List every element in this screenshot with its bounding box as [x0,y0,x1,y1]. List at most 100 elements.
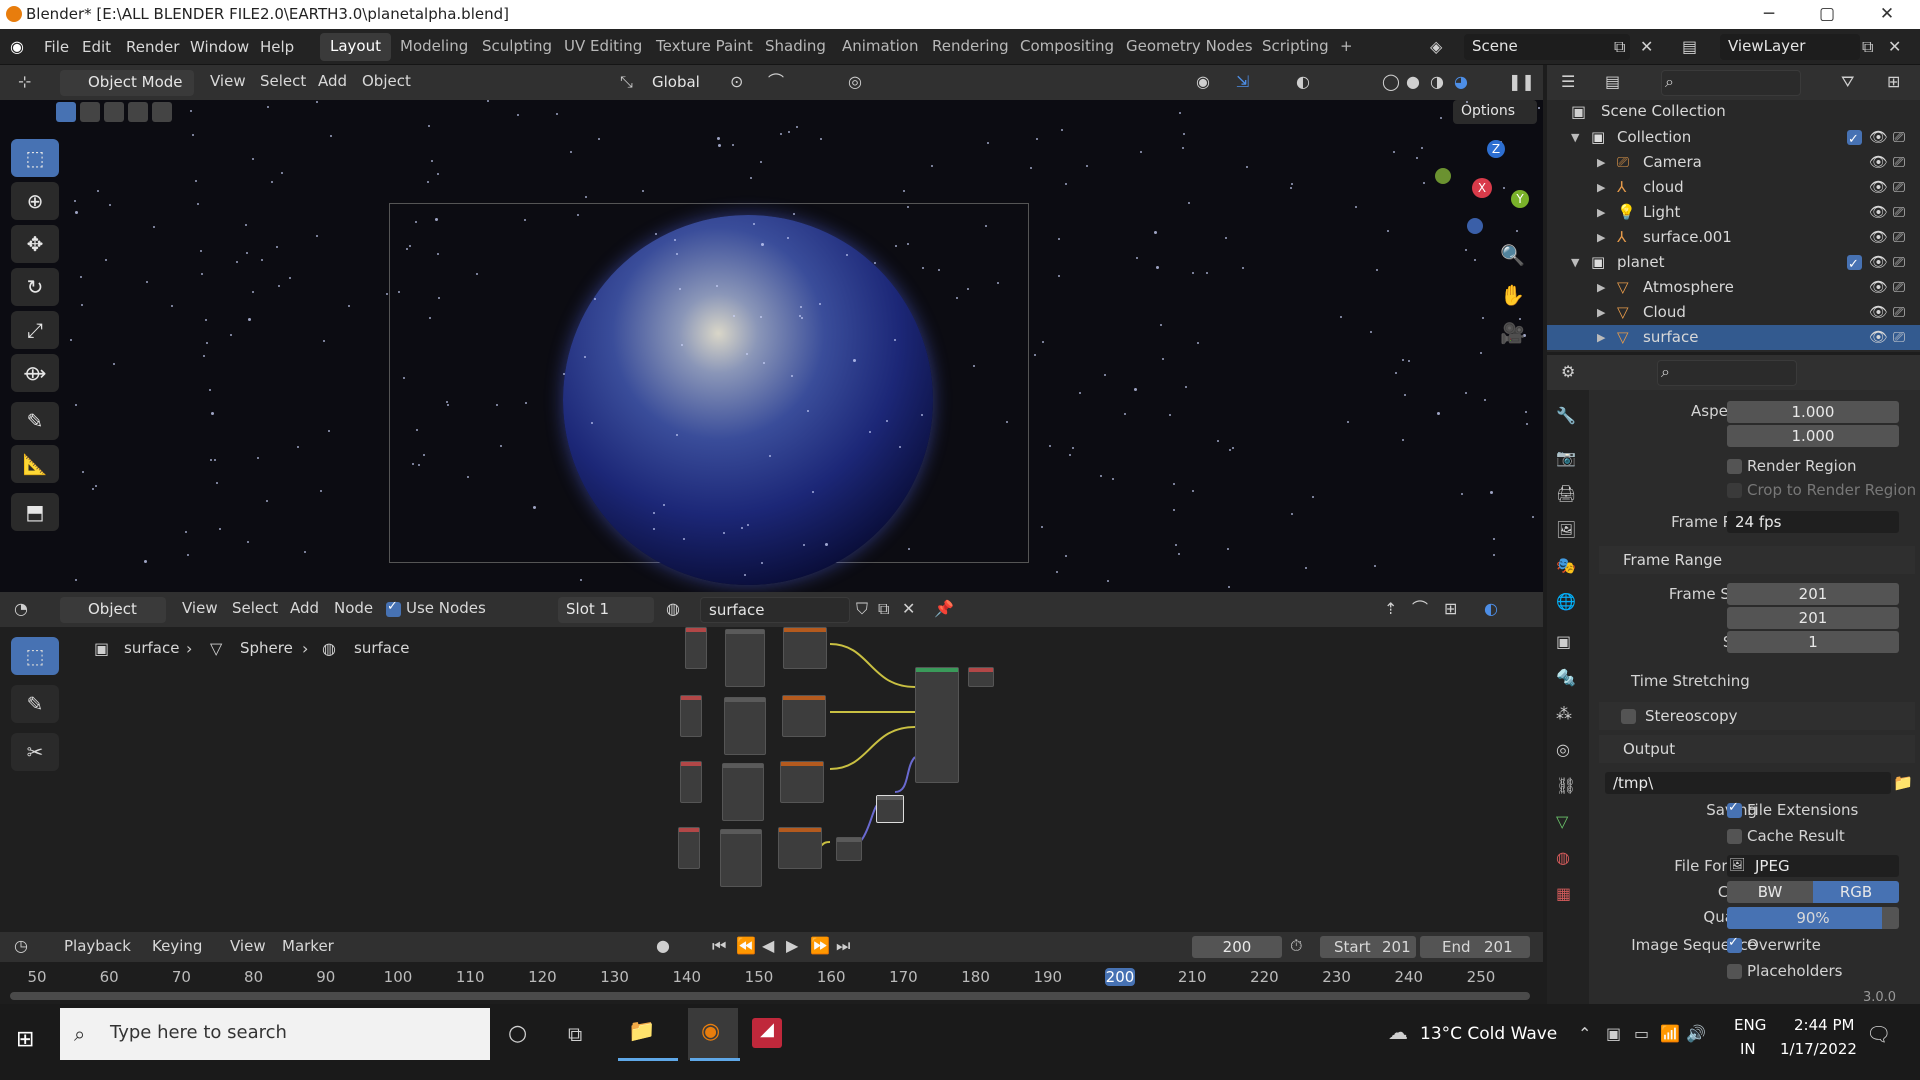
tool-tab-icon[interactable]: 🔧 [1556,404,1576,428]
node[interactable] [782,695,826,737]
transform-tool-icon[interactable]: ⟴ [11,354,59,392]
task-view-icon[interactable]: ⧉ [568,1022,582,1046]
material-browse-icon[interactable]: ◍ [666,597,680,621]
camera-view-icon[interactable]: 🎥 [1500,321,1525,345]
timeline-scrollbar[interactable] [10,992,1530,1000]
node[interactable] [680,761,702,803]
node[interactable] [836,837,862,861]
annotate-tool-icon[interactable]: ✎ [11,402,59,440]
node[interactable] [783,627,827,669]
timeline-menu-playback[interactable]: Playback [64,937,131,955]
eye-icon[interactable]: 👁 [1869,125,1888,150]
outliner-row-atmosphere[interactable]: ▶ ▽ Atmosphere 👁 ⎚ [1547,275,1920,300]
timeline-menu-keying[interactable]: Keying [152,937,202,955]
render-tab-icon[interactable]: 📷 [1556,446,1576,470]
new-scene-icon[interactable]: ⧉ [1614,35,1625,59]
outliner-row-light[interactable]: ▶ 💡 Light 👁 ⎚ [1547,200,1920,225]
quality-slider[interactable]: 90% [1727,907,1899,929]
frame-end-field[interactable]: 201 [1727,607,1899,629]
close-button[interactable]: ✕ [1864,0,1910,29]
remove-scene-icon[interactable]: ✕ [1640,35,1653,59]
weather-icon[interactable]: ☁ [1388,1020,1408,1044]
slot-select[interactable]: Slot 1 [558,597,654,623]
frame-range-section[interactable]: Frame Range [1599,546,1915,574]
eye-icon[interactable]: 👁 [1869,150,1888,175]
color-rgb-button[interactable]: RGB [1813,881,1899,903]
selection-mode-icons[interactable] [56,102,176,122]
node-annotate-tool-icon[interactable]: ✎ [11,685,59,723]
new-collection-icon[interactable]: ⊞ [1887,70,1900,94]
tab-uv-editing[interactable]: UV Editing [554,33,652,61]
blender-menu-icon[interactable]: ◉ [10,35,24,59]
placeholders-checkbox[interactable] [1727,964,1742,979]
tab-compositing[interactable]: Compositing [1010,33,1124,61]
eye-icon[interactable]: 👁 [1869,200,1888,225]
render-camera-icon[interactable]: ⎚ [1893,275,1905,300]
volume-icon[interactable]: 🔊 [1686,1022,1706,1046]
proportional-edit-icon[interactable]: ◎ [848,70,862,94]
particles-tab-icon[interactable]: ⁂ [1556,702,1572,726]
snap-icon[interactable]: ⌒ [768,70,784,94]
battery-icon[interactable]: ▭ [1634,1022,1649,1046]
render-camera-icon[interactable]: ⎚ [1893,225,1905,250]
tab-sculpting[interactable]: Sculpting [472,33,562,61]
new-view-layer-icon[interactable]: ⧉ [1862,35,1873,59]
render-camera-icon[interactable]: ⎚ [1893,300,1905,325]
current-frame-field[interactable]: 200 [1192,936,1282,958]
preview-range-icon[interactable]: ⏱ [1290,934,1302,958]
rendered-shading-icon[interactable]: ◕ [1454,70,1468,94]
visibility-icon[interactable]: ◉ [1196,70,1210,94]
crop-region-checkbox[interactable] [1727,483,1742,498]
weather-text[interactable]: 13°C Cold Wave [1420,1024,1557,1044]
frame-rate-select[interactable]: 24 fps [1727,511,1899,533]
amd-app-icon[interactable]: ◢ [752,1018,782,1048]
node-select-tool-icon[interactable]: ⬚ [11,637,59,675]
eye-icon[interactable]: 👁 [1869,325,1888,350]
rotate-tool-icon[interactable]: ↻ [11,268,59,306]
output-path-field[interactable]: /tmp\ [1605,772,1891,794]
scene-icon[interactable]: ◈ [1430,35,1442,59]
blender-taskbar-button[interactable]: ◉ [688,1008,738,1060]
scale-tool-icon[interactable]: ⤢ [11,311,59,349]
select-box-tool-icon[interactable]: ⬚ [11,139,59,177]
file-format-select[interactable]: JPEG [1727,855,1899,877]
viewport-menu-view[interactable]: View [210,72,246,90]
aspect-x-field[interactable]: 1.000 [1727,401,1899,423]
render-camera-icon[interactable]: ⎚ [1893,325,1905,350]
maximize-button[interactable]: ▢ [1804,0,1850,29]
cursor-tool-icon[interactable]: ⊕ [11,182,59,220]
view-layer-icon[interactable]: ▤ [1682,35,1697,59]
duplicate-material-icon[interactable]: ⧉ [878,597,889,621]
file-extensions-checkbox[interactable] [1727,800,1742,818]
prev-keyframe-icon[interactable]: ⏪ [736,934,756,958]
node[interactable] [724,697,766,755]
time-stretching-subpanel[interactable]: Time Stretching [1631,672,1750,690]
node[interactable] [780,761,824,803]
material-name-field[interactable]: surface [700,597,850,623]
tab-texture-paint[interactable]: Texture Paint [646,33,763,61]
properties-editor-type-icon[interactable]: ⚙ [1561,360,1575,384]
menu-help[interactable]: Help [260,38,294,56]
principled-bsdf-node[interactable] [915,667,959,783]
stereoscopy-section[interactable]: Stereoscopy [1599,702,1915,730]
exclude-checkbox[interactable] [1847,127,1862,152]
navigation-gizmo[interactable]: Z X Y [1427,140,1529,240]
eye-icon[interactable]: 👁 [1869,250,1888,275]
eye-icon[interactable]: 👁 [1869,275,1888,300]
timeline-menu-marker[interactable]: Marker [282,937,334,955]
end-frame-field[interactable]: 201 [1484,938,1513,956]
tab-shading[interactable]: Shading [755,33,836,61]
output-tab-icon[interactable]: 🖨 [1556,482,1576,506]
texture-tab-icon[interactable]: ▦ [1556,882,1571,906]
wifi-icon[interactable]: 📶 [1660,1022,1680,1046]
constraints-tab-icon[interactable]: ⛓ [1556,774,1576,798]
minimize-button[interactable]: ─ [1746,0,1792,29]
node-grid-icon[interactable]: ⊞ [1444,597,1457,621]
play-icon[interactable]: ▶ [786,934,798,958]
solid-shading-icon[interactable]: ● [1406,70,1420,94]
tab-scripting[interactable]: Scripting [1252,33,1339,61]
pan-hand-icon[interactable]: ✋ [1500,283,1525,307]
menu-edit[interactable]: Edit [82,38,111,56]
transform-orientation-select[interactable]: Global [644,70,714,96]
node-menu-node[interactable]: Node [334,599,373,617]
